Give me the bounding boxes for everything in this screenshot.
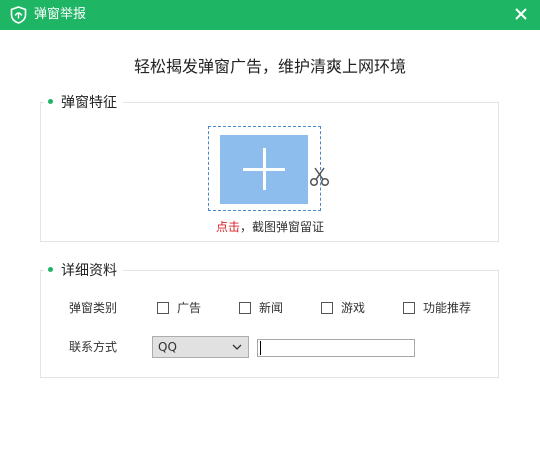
shield-logo-icon <box>10 6 27 24</box>
screenshot-capture-area <box>208 126 322 212</box>
scissors-icon[interactable] <box>309 166 331 188</box>
text-caret <box>260 341 261 355</box>
add-screenshot-button[interactable] <box>220 135 308 204</box>
contact-input[interactable] <box>257 339 415 357</box>
category-checkbox-news[interactable] <box>239 302 251 314</box>
plus-icon-vertical <box>263 148 266 190</box>
bullet-dot-icon <box>48 99 53 104</box>
page-headline: 轻松揭发弹窗广告，维护清爽上网环境 <box>133 57 406 76</box>
title-bar: 弹窗举报 <box>0 0 540 30</box>
category-checkbox-ad[interactable] <box>157 302 169 314</box>
chevron-down-icon <box>232 344 242 350</box>
capture-click-link[interactable]: 点击 <box>216 220 240 234</box>
details-title-text: 详细资料 <box>61 263 117 279</box>
bullet-dot-icon <box>48 267 53 272</box>
contact-label: 联系方式 <box>69 340 118 354</box>
features-title-text: 弹窗特征 <box>61 95 117 111</box>
window-title: 弹窗举报 <box>34 7 87 22</box>
contact-type-select[interactable]: QQ <box>152 336 249 358</box>
category-label: 弹窗类别 <box>69 301 118 315</box>
features-section-title: 弹窗特征 <box>44 94 123 112</box>
contact-type-value: QQ <box>158 340 177 354</box>
category-label-feature[interactable]: 功能推荐 <box>423 300 471 316</box>
category-checkbox-game[interactable] <box>321 302 333 314</box>
category-label-game[interactable]: 游戏 <box>341 300 365 316</box>
close-icon[interactable] <box>514 7 528 21</box>
details-section-title: 详细资料 <box>44 262 123 280</box>
category-checkbox-feature[interactable] <box>403 302 415 314</box>
details-panel <box>40 270 499 378</box>
capture-hint: 点击，截图弹窗留证 <box>0 219 540 235</box>
capture-hint-text: ，截图弹窗留证 <box>240 220 325 234</box>
category-label-ad[interactable]: 广告 <box>177 300 201 316</box>
category-label-news[interactable]: 新闻 <box>259 300 283 316</box>
